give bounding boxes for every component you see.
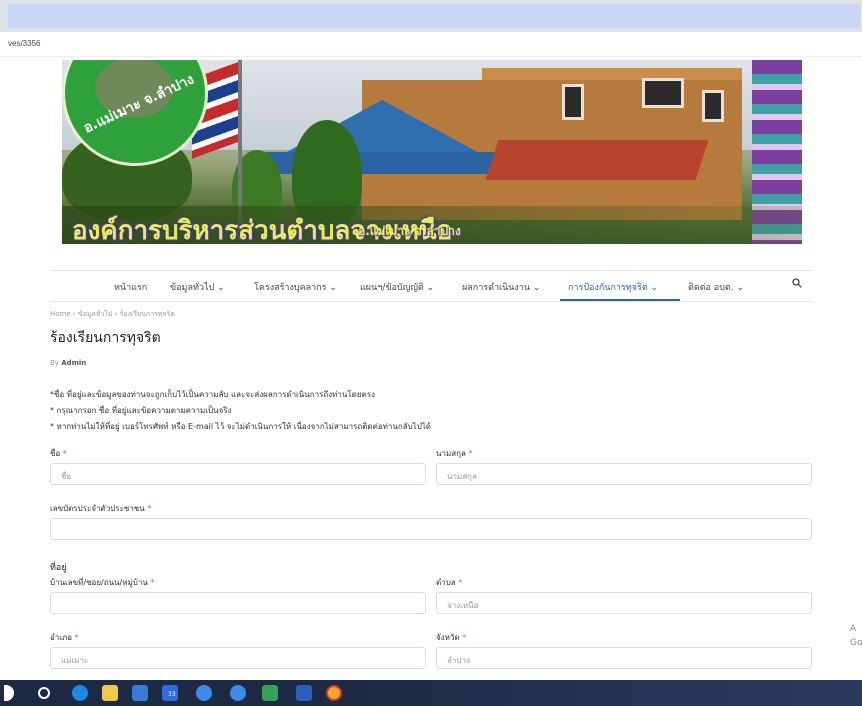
nav-item-results[interactable]: ผลการดำเนินงาน ⌄	[462, 280, 540, 294]
banner-window	[702, 90, 724, 122]
subdistrict-field[interactable]: จางเหนือ	[436, 592, 812, 614]
main-nav: หน้าแรก ข้อมูลทั่วไป ⌄ โครงสร้างบุคลากร …	[50, 270, 812, 302]
site-banner: อ.แม่เมาะ จ.ลำปาง องค์การบริหารส่วนตำบลจ…	[62, 60, 802, 244]
nav-item-general-info[interactable]: ข้อมูลทั่วไป ⌄	[170, 280, 225, 294]
browser-icon[interactable]	[230, 685, 246, 701]
banner-window	[562, 84, 584, 120]
province-field[interactable]: ลำปาง	[436, 647, 812, 669]
subdistrict-label: ตำบล *	[436, 578, 463, 587]
district-label: อำเภอ *	[50, 633, 79, 642]
file-explorer-icon[interactable]	[102, 685, 118, 701]
browser-tab-strip	[0, 0, 862, 32]
word-icon[interactable]	[296, 685, 312, 701]
privacy-note: *ชื่อ ที่อยู่และข้อมูลของท่านจะถูกเก็บไว…	[50, 390, 375, 399]
byline: By Admin	[50, 359, 86, 367]
page-title: ร้องเรียนการทุจริต	[50, 330, 161, 346]
windows-taskbar: 33	[0, 680, 862, 706]
activation-watermark: A Go	[850, 624, 862, 648]
author-name[interactable]: Admin	[61, 359, 86, 367]
chrome-icon[interactable]	[326, 685, 342, 701]
banner-roof-red	[485, 140, 709, 180]
id-card-field[interactable]	[50, 518, 812, 540]
house-field[interactable]	[50, 592, 426, 614]
taskbar-badge: 33	[168, 691, 176, 698]
nav-item-plans[interactable]: แผนฯ/ข้อบัญญัติ ⌄	[360, 280, 434, 294]
nav-item-personnel[interactable]: โครงสร้างบุคลากร ⌄	[254, 280, 337, 294]
province-label: จังหวัด *	[436, 633, 467, 642]
first-name-label: ชื่อ *	[50, 449, 67, 458]
district-field[interactable]: แม่เมาะ	[50, 647, 426, 669]
address-heading: ที่อยู่	[50, 563, 67, 573]
id-card-label: เลขบัตรประจำตัวประชาชน *	[50, 504, 152, 513]
last-name-field[interactable]: นามสกุล	[436, 463, 812, 485]
taskbar-app-icon[interactable]: 33	[162, 685, 178, 701]
nav-item-contact[interactable]: ติดต่อ อบต. ⌄	[688, 280, 744, 294]
breadcrumb: Home › ข้อมูลทั่วไป › ร้องเรียนการทุจริต	[50, 310, 175, 318]
first-name-field[interactable]: ชื่อ	[50, 463, 426, 485]
store-icon[interactable]	[132, 685, 148, 701]
nav-item-home[interactable]: หน้าแรก	[114, 280, 147, 294]
url-strip: ves/3356	[0, 36, 862, 57]
nav-active-indicator	[560, 299, 680, 301]
banner-subtitle: อ.แม่เมาะ จ.ลำปาง	[358, 224, 461, 238]
search-circle-icon[interactable]	[38, 687, 50, 699]
house-label: บ้านเลขที่/ซอย/ถนน/หมู่บ้าน *	[50, 578, 155, 587]
photos-icon[interactable]	[262, 685, 278, 701]
taskbar-gradient	[350, 680, 862, 706]
banner-window	[642, 78, 684, 108]
instruction-note: * กรุณากรอก ชื่อ ที่อยู่และข้อความตามควา…	[50, 406, 232, 415]
browser-address-bar[interactable]	[8, 4, 860, 28]
nav-item-anti-corruption[interactable]: การป้องกันการทุจริต ⌄	[568, 280, 658, 294]
contact-warning-note: * หากท่านไม่ให้ที่อยู่ เบอร์โทรศัพท์ หรื…	[50, 422, 432, 431]
url-fragment: ves/3356	[8, 39, 41, 48]
search-icon[interactable]	[792, 277, 802, 291]
byline-prefix: By	[50, 359, 59, 367]
edge-icon[interactable]	[72, 685, 88, 701]
start-icon[interactable]	[4, 685, 14, 701]
last-name-label: นามสกุล *	[436, 449, 473, 458]
chrome-style-icon[interactable]	[196, 685, 212, 701]
